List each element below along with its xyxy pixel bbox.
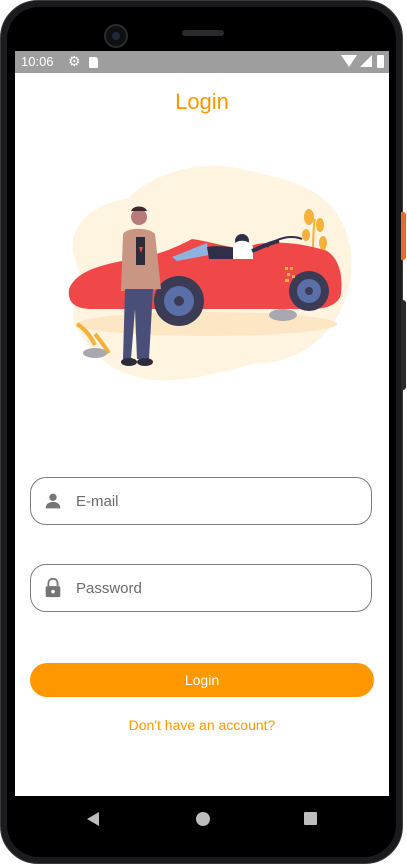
- back-icon[interactable]: [87, 812, 99, 826]
- password-field[interactable]: [30, 564, 372, 612]
- phone-device: 10:06 ⚙ Login E-mail Login Don't have an…: [0, 0, 407, 864]
- home-icon[interactable]: [196, 812, 210, 826]
- sd-card-icon: [89, 57, 98, 68]
- signup-link[interactable]: Don't have an account?: [15, 717, 389, 733]
- email-input[interactable]: [76, 486, 356, 516]
- volume-button: [401, 300, 406, 390]
- email-field[interactable]: [30, 477, 372, 525]
- status-time: 10:06: [21, 54, 54, 69]
- status-bar: 10:06 ⚙: [15, 51, 389, 73]
- signal-icon: [360, 55, 372, 67]
- system-nav-bar: [15, 796, 389, 842]
- app-screen: 10:06 ⚙ Login E-mail Login Don't have an…: [15, 51, 389, 796]
- settings-icon: ⚙: [68, 53, 81, 69]
- login-button[interactable]: Login: [30, 663, 374, 697]
- earpiece-speaker: [182, 30, 224, 36]
- car-illustration: [68, 165, 352, 381]
- front-camera: [104, 24, 128, 48]
- password-input[interactable]: [76, 573, 356, 603]
- recents-icon[interactable]: [304, 812, 317, 825]
- wifi-icon: [341, 55, 357, 67]
- person-icon: [45, 493, 61, 509]
- lock-icon: [45, 577, 61, 598]
- camera-lens: [112, 32, 120, 40]
- battery-icon: [377, 55, 384, 68]
- page-title: Login: [175, 89, 229, 114]
- power-button: [401, 212, 406, 260]
